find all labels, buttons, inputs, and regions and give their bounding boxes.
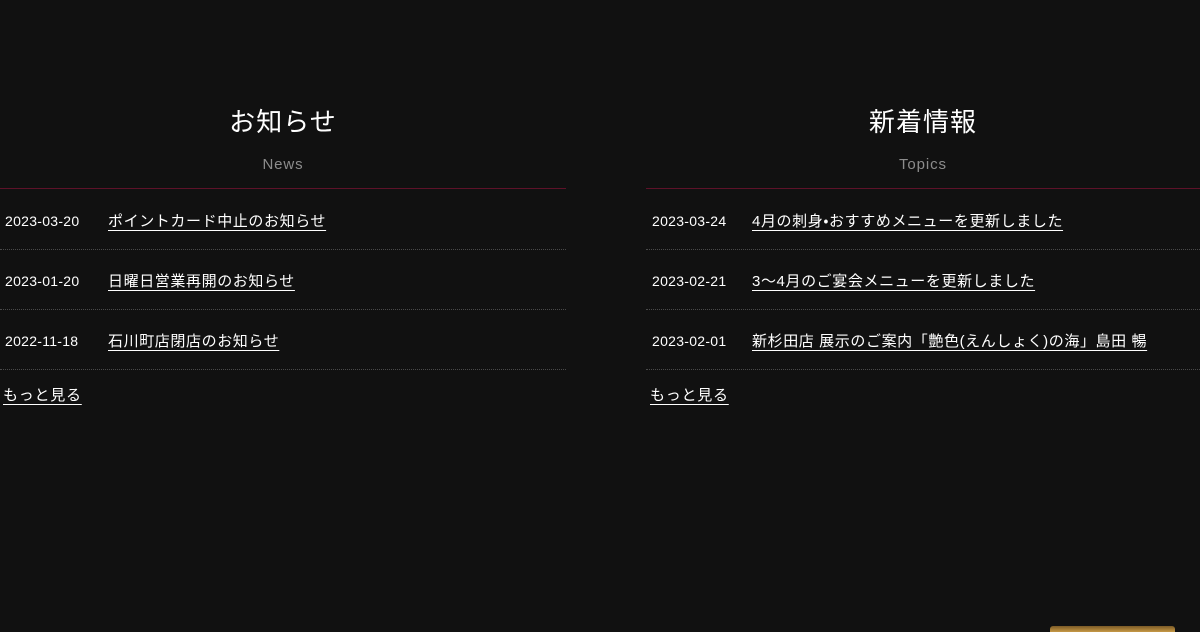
list-item[interactable]: 2023-03-20 ポイントカード中止のお知らせ <box>0 189 566 250</box>
list-item-link[interactable]: 新杉田店 展示のご案内「艶色(えんしょく)の海」島田 暢 <box>752 330 1200 351</box>
topics-column-heading: 新着情報 <box>868 107 978 137</box>
news-more-wrapper: もっと見る <box>0 370 566 405</box>
list-item-date: 2023-02-01 <box>652 332 727 349</box>
news-topics-columns: お知らせ News 2023-03-20 ポイントカード中止のお知らせ 2023… <box>0 0 1200 405</box>
list-item-link[interactable]: 4月の刺身・おすすめメニューを更新しました <box>752 210 1200 231</box>
news-column: お知らせ News 2023-03-20 ポイントカード中止のお知らせ 2023… <box>0 0 566 405</box>
list-item-date: 2023-02-21 <box>652 272 727 289</box>
list-item-link[interactable]: 3〜4月のご宴会メニューを更新しました <box>752 270 1200 291</box>
list-item-date: 2023-01-20 <box>5 272 80 289</box>
bottom-floating-banner[interactable] <box>1050 626 1175 632</box>
list-item-date: 2023-03-24 <box>652 212 727 229</box>
news-column-heading: お知らせ <box>229 107 337 137</box>
list-item[interactable]: 2023-03-24 4月の刺身・おすすめメニューを更新しました <box>646 189 1200 250</box>
topics-more-wrapper: もっと見る <box>646 370 1200 405</box>
page-root: お知らせ News 2023-03-20 ポイントカード中止のお知らせ 2023… <box>0 0 1200 632</box>
list-item-link[interactable]: ポイントカード中止のお知らせ <box>108 210 566 231</box>
list-item[interactable]: 2022-11-18 石川町店閉店のお知らせ <box>0 310 566 370</box>
topics-column-subheading: Topics <box>899 155 947 173</box>
list-item-link[interactable]: 石川町店閉店のお知らせ <box>108 330 566 351</box>
news-list: 2023-03-20 ポイントカード中止のお知らせ 2023-01-20 日曜日… <box>0 189 566 370</box>
news-more-link[interactable]: もっと見る <box>3 384 82 405</box>
topics-column: 新着情報 Topics 2023-03-24 4月の刺身・おすすめメニューを更新… <box>646 0 1200 405</box>
list-item[interactable]: 2023-02-01 新杉田店 展示のご案内「艶色(えんしょく)の海」島田 暢 <box>646 310 1200 370</box>
topics-more-link[interactable]: もっと見る <box>650 384 729 405</box>
list-item-date: 2023-03-20 <box>5 212 80 229</box>
list-item-date: 2022-11-18 <box>5 332 79 349</box>
news-column-subheading: News <box>262 155 304 173</box>
list-item-link[interactable]: 日曜日営業再開のお知らせ <box>108 270 566 291</box>
list-item[interactable]: 2023-02-21 3〜4月のご宴会メニューを更新しました <box>646 250 1200 310</box>
topics-list: 2023-03-24 4月の刺身・おすすめメニューを更新しました 2023-02… <box>646 189 1200 370</box>
list-item[interactable]: 2023-01-20 日曜日営業再開のお知らせ <box>0 250 566 310</box>
